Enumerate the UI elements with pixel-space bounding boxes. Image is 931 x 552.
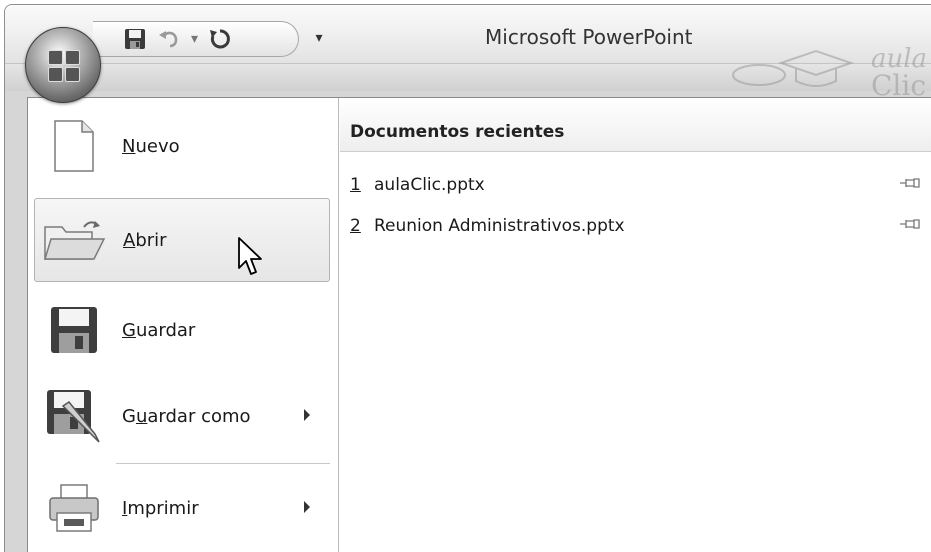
window-title: Microsoft PowerPoint — [485, 25, 693, 49]
menu-item-label: Abrir — [123, 229, 167, 251]
new-document-icon — [54, 120, 94, 172]
menu-item-guardar[interactable]: Guardar — [34, 288, 330, 372]
submenu-arrow-icon — [304, 501, 310, 513]
menu-item-label: Guardar como — [122, 405, 251, 427]
undo-icon[interactable] — [157, 26, 181, 52]
menu-item-label: Imprimir — [122, 497, 199, 519]
customize-toolbar-icon[interactable]: ▾ — [311, 27, 327, 49]
save-icon — [51, 307, 97, 353]
recent-document-item[interactable]: 2 Reunion Administrativos.pptx — [350, 211, 920, 241]
recent-document-number: 2 — [350, 216, 361, 236]
menu-item-abrir[interactable]: Abrir — [34, 198, 330, 282]
submenu-arrow-icon — [304, 409, 310, 421]
recent-title: Documentos recientes — [350, 122, 565, 142]
recent-document-number: 1 — [350, 175, 361, 195]
recent-document-name: aulaClic.pptx — [374, 175, 485, 195]
recent-document-name: Reunion Administrativos.pptx — [374, 216, 625, 236]
mouse-cursor-icon — [237, 236, 265, 282]
print-icon — [49, 484, 99, 532]
menu-item-nuevo[interactable]: Nuevo — [34, 104, 330, 188]
office-button[interactable] — [25, 27, 101, 103]
menu-item-label: Guardar — [122, 319, 196, 341]
recent-header: Documentos recientes — [340, 98, 931, 152]
office-menu: Nuevo Abrir Guardar Guardar como Imprimi… — [27, 97, 931, 552]
office-logo-icon — [48, 50, 80, 82]
pin-icon[interactable] — [900, 216, 920, 236]
menu-item-guardar-como[interactable]: Guardar como — [34, 374, 330, 458]
redo-icon[interactable] — [208, 26, 232, 52]
menu-item-label: Nuevo — [122, 135, 180, 157]
recent-document-item[interactable]: 1 aulaClic.pptx — [350, 170, 920, 200]
aulaclic-watermark: aula Clic — [721, 33, 931, 102]
watermark-text-2: Clic — [871, 69, 926, 97]
menu-separator — [116, 463, 330, 464]
quick-access-toolbar: ▾ — [93, 21, 299, 57]
undo-dropdown-icon[interactable]: ▾ — [191, 31, 198, 47]
save-as-icon — [47, 390, 100, 443]
pin-icon[interactable] — [900, 175, 920, 195]
powerpoint-window: ▾ ▾ Microsoft PowerPoint aula Clic Nuevo… — [4, 4, 931, 552]
menu-commands: Nuevo Abrir Guardar Guardar como Imprimi… — [28, 98, 339, 552]
recent-documents-pane: Documentos recientes 1 aulaClic.pptx 2 R… — [340, 98, 931, 552]
save-icon[interactable] — [123, 26, 147, 52]
title-bar: ▾ ▾ Microsoft PowerPoint aula Clic — [5, 5, 931, 102]
menu-item-imprimir[interactable]: Imprimir — [34, 466, 330, 550]
open-folder-icon — [43, 221, 106, 260]
